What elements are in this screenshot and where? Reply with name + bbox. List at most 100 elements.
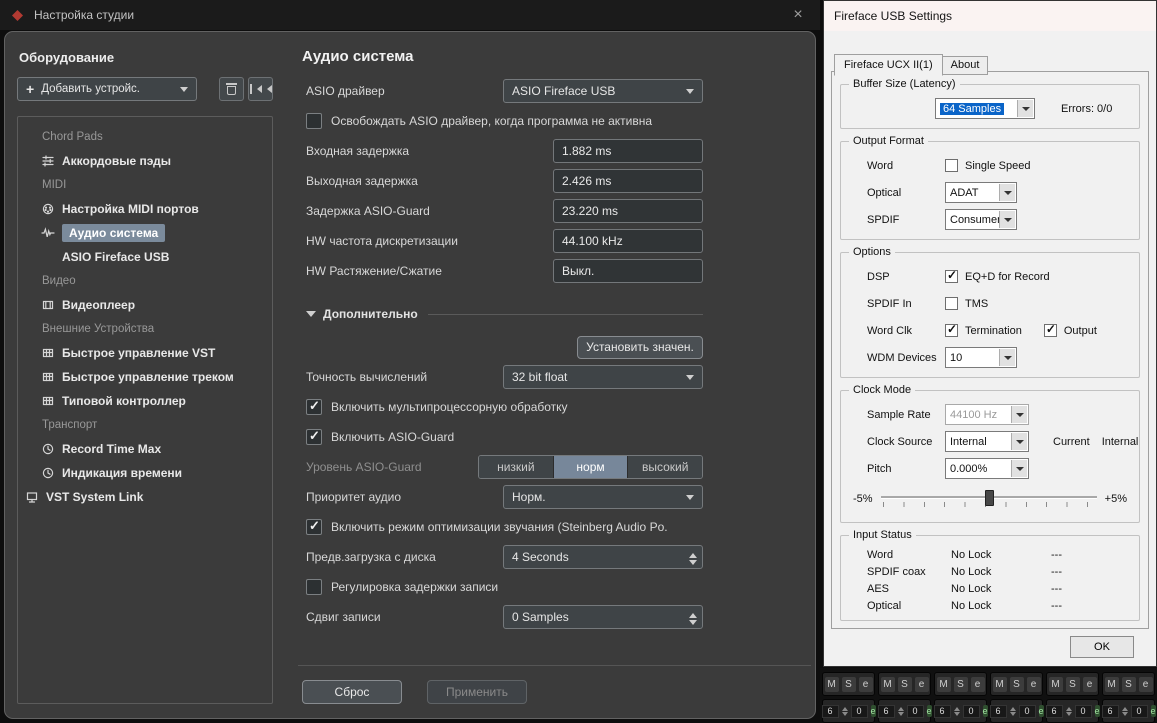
mute-button[interactable]: M [1104,676,1119,692]
edit-button[interactable]: e [870,705,876,717]
guard-level-normal-button[interactable]: норм [553,456,629,478]
set-defaults-button[interactable]: Установить значен. [577,335,703,359]
apply-button[interactable]: Применить [427,680,527,704]
tree-item-video-player[interactable]: Видеоплеер [18,293,272,317]
gain-value[interactable]: 6 [1101,704,1119,718]
processing-precision-select[interactable]: 32 bit float [503,365,703,389]
tree-item-track-quick-controls[interactable]: Быстрое управление треком [18,365,272,389]
wordclk-output-checkbox[interactable] [1043,322,1057,337]
pan-value[interactable]: 0 [850,704,868,718]
disk-preload-stepper[interactable]: 4 Seconds [503,545,703,569]
mute-button[interactable]: M [992,676,1007,692]
single-speed-checkbox[interactable] [945,159,958,172]
edit-button[interactable]: e [970,676,985,692]
spdif-format-select[interactable]: Consumer [945,209,1017,230]
edit-button[interactable]: e [982,705,988,717]
asio-guard-checkbox[interactable] [306,428,322,445]
tms-checkbox[interactable] [945,297,958,310]
pan-value[interactable]: 0 [962,704,980,718]
mute-button[interactable]: M [1048,676,1063,692]
add-device-select[interactable]: + Добавить устройс. [17,77,197,101]
stepper-arrows-icon[interactable] [689,549,697,569]
stepper-arrows-icon[interactable] [897,704,904,719]
delete-device-button[interactable] [219,77,244,101]
tree-item-asio-fireface-usb[interactable]: ASIO Fireface USB [18,245,272,269]
edit-button[interactable]: e [1026,676,1041,692]
solo-button[interactable]: S [1065,676,1080,692]
tree-item-vst-system-link[interactable]: VST System Link [18,485,272,509]
studio-setup-titlebar[interactable]: Настройка студии × [0,0,820,30]
tree-item-chord-pads[interactable]: Аккордовые пэды [18,149,272,173]
wdm-devices-select[interactable]: 10 [945,347,1017,368]
tab-fireface-ucx[interactable]: Fireface UCX II(1) [834,54,943,76]
ok-button[interactable]: OK [1070,636,1134,658]
collapse-tree-button[interactable] [248,77,273,101]
clock-source-select[interactable]: Internal [945,431,1029,452]
multicore-checkbox[interactable] [306,398,322,415]
stepper-arrows-icon[interactable] [841,704,848,719]
edit-button[interactable]: e [1038,705,1044,717]
fireface-titlebar[interactable]: Fireface USB Settings [824,1,1156,31]
combo-arrow-icon[interactable] [999,211,1015,228]
stepper-arrows-icon[interactable] [689,609,697,629]
stepper-arrows-icon[interactable] [1009,704,1016,719]
tab-about[interactable]: About [942,56,989,75]
edit-button[interactable]: e [1138,676,1153,692]
guard-level-high-button[interactable]: высокий [628,456,702,478]
pan-value[interactable]: 0 [1018,704,1036,718]
gain-value[interactable]: 6 [821,704,839,718]
mute-button[interactable]: M [824,676,839,692]
record-shift-stepper[interactable]: 0 Samples [503,605,703,629]
eqd-record-checkbox[interactable] [945,268,958,283]
audio-power-checkbox[interactable] [306,518,322,535]
asio-driver-select[interactable]: ASIO Fireface USB [503,79,703,103]
tree-item-time-display[interactable]: Индикация времени [18,461,272,485]
audio-priority-select[interactable]: Норм. [503,485,703,509]
mute-button[interactable]: M [880,676,895,692]
combo-arrow-icon[interactable] [999,184,1015,201]
gain-value[interactable]: 6 [877,704,895,718]
record-latency-checkbox[interactable] [306,579,322,595]
tree-item-record-time-max[interactable]: Record Time Max [18,437,272,461]
edit-button[interactable]: e [914,676,929,692]
stepper-arrows-icon[interactable] [1065,704,1072,719]
tree-item-audio-system[interactable]: Аудио система [18,221,272,245]
tree-item-generic-remote[interactable]: Типовой контроллер [18,389,272,413]
advanced-section-header[interactable]: Дополнительно [298,303,703,325]
pitch-slider[interactable] [880,487,1097,511]
buffer-size-select[interactable]: 64 Samples [935,98,1035,119]
solo-button[interactable]: S [1121,676,1136,692]
tree-item-vst-quick-controls[interactable]: Быстрое управление VST [18,341,272,365]
combo-arrow-icon[interactable] [1017,100,1033,117]
tree-item-midi-port-setup[interactable]: Настройка MIDI портов [18,197,272,221]
pitch-select[interactable]: 0.000% [945,458,1029,479]
edit-button[interactable]: e [1082,676,1097,692]
optical-format-select[interactable]: ADAT [945,182,1017,203]
stepper-arrows-icon[interactable] [953,704,960,719]
edit-button[interactable]: e [926,705,932,717]
pan-value[interactable]: 0 [906,704,924,718]
termination-checkbox[interactable] [945,322,958,337]
solo-button[interactable]: S [953,676,968,692]
close-icon[interactable]: × [786,6,810,24]
guard-level-low-button[interactable]: низкий [479,456,554,478]
solo-button[interactable]: S [1009,676,1024,692]
edit-button[interactable]: e [858,676,873,692]
mute-button[interactable]: M [936,676,951,692]
stepper-arrows-icon[interactable] [1121,704,1128,719]
gain-value[interactable]: 6 [933,704,951,718]
solo-button[interactable]: S [897,676,912,692]
pan-value[interactable]: 0 [1074,704,1092,718]
release-driver-checkbox[interactable] [306,113,322,129]
gain-value[interactable]: 6 [1045,704,1063,718]
slider-thumb[interactable] [984,490,994,506]
gain-value[interactable]: 6 [989,704,1007,718]
combo-arrow-icon[interactable] [1011,433,1027,450]
reset-button[interactable]: Сброс [302,680,402,704]
solo-button[interactable]: S [841,676,856,692]
edit-button[interactable]: e [1150,705,1156,717]
combo-arrow-icon[interactable] [999,349,1015,366]
edit-button[interactable]: e [1094,705,1100,717]
combo-arrow-icon[interactable] [1011,460,1027,477]
pan-value[interactable]: 0 [1130,704,1148,718]
